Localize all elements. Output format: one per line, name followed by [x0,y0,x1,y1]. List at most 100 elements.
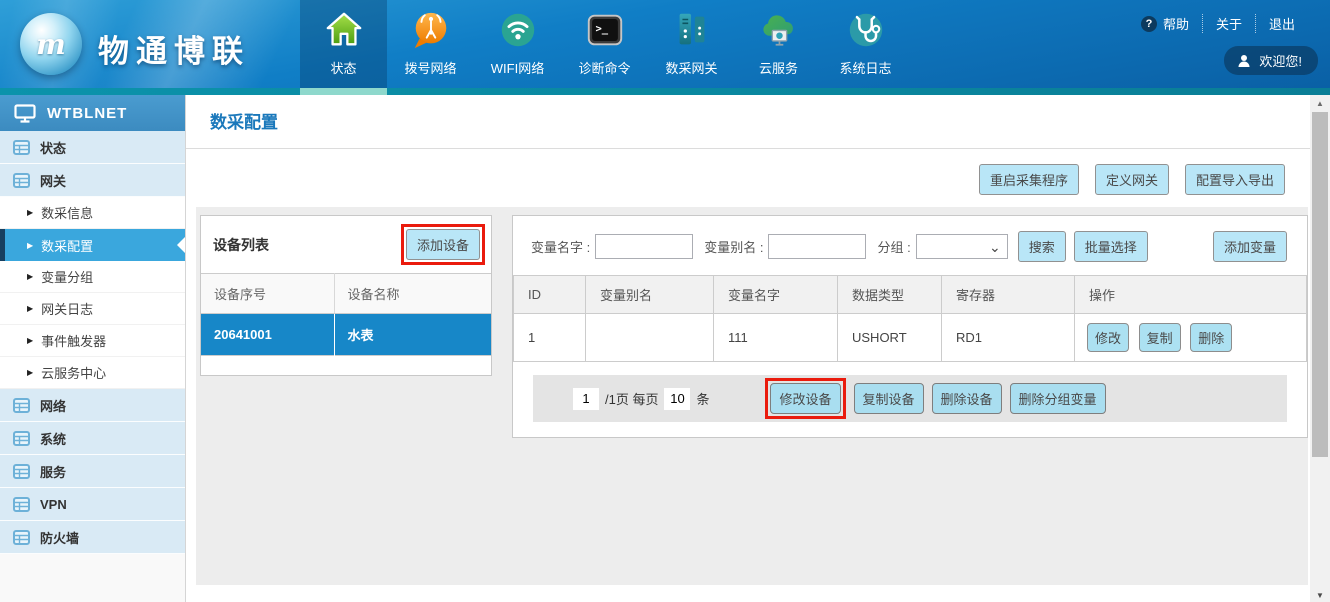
sidebar-device-header: WTBLNET [0,95,185,131]
type-column-header: 数据类型 [838,276,942,314]
modify-variable-button[interactable]: 修改 [1087,323,1129,352]
page-size-input[interactable] [664,388,690,410]
batch-select-button[interactable]: 批量选择 [1074,231,1148,262]
grid-icon [13,431,30,446]
nav-tab-wifi-network[interactable]: WIFI网络 [474,0,561,88]
page-title: 数采配置 [210,108,1310,133]
nav-tab-system-log[interactable]: 系统日志 [822,0,909,88]
sidebar-item-label: 网络 [40,396,66,415]
annotation-box-modify-device: 修改设备 [765,378,845,419]
sidebar-item-label: 防火墙 [40,528,79,547]
add-device-button[interactable]: 添加设备 [406,229,480,260]
variable-alias-filter-label: 变量别名 : [704,237,763,256]
sidebar-item-gateway-log[interactable]: ▶ 网关日志 [0,293,185,325]
nav-tab-dial-network[interactable]: 拨号网络 [387,0,474,88]
sidebar-item-data-config[interactable]: ▶ 数采配置 [0,229,185,261]
device-table-header-row: 设备序号 设备名称 [201,274,491,314]
config-import-export-button[interactable]: 配置导入导出 [1185,164,1285,195]
delete-device-button[interactable]: 删除设备 [932,383,1002,414]
sidebar-item-vpn[interactable]: VPN [0,488,185,521]
device-serial-cell: 20641001 [201,314,334,356]
sidebar-item-system[interactable]: 系统 [0,422,185,455]
variable-name-filter-label: 变量名字 : [531,237,590,256]
copy-variable-button[interactable]: 复制 [1139,323,1181,352]
variable-alias-filter-input[interactable] [768,234,866,259]
about-link-label: 关于 [1216,14,1242,33]
header-links: ? 帮助 关于 退出 [1128,14,1308,33]
user-icon [1237,54,1251,68]
brand-logo-glyph: m [36,28,66,61]
scroll-up-icon[interactable]: ▲ [1310,95,1330,111]
vertical-scrollbar[interactable]: ▲ ▼ [1310,95,1330,602]
sidebar-item-label: 状态 [40,138,66,157]
about-link[interactable]: 关于 [1202,14,1255,33]
name-column-header: 变量名字 [714,276,838,314]
nav-tab-label: 拨号网络 [404,58,456,77]
device-action-buttons: 修改设备 复制设备 删除设备 删除分组变量 [765,378,1105,419]
variable-alias-cell [586,314,714,362]
annotation-box-add-device: 添加设备 [401,224,485,265]
cloud-service-icon [758,9,800,51]
brand-title: 物通博联 [98,26,250,71]
submenu-arrow-icon: ▶ [27,241,33,250]
sidebar-item-label: 事件触发器 [41,331,106,350]
add-variable-button[interactable]: 添加变量 [1213,231,1287,262]
scrollbar-thumb[interactable] [1312,112,1328,457]
delete-group-variable-button[interactable]: 删除分组变量 [1010,383,1106,414]
sidebar-item-cloud-center[interactable]: ▶ 云服务中心 [0,357,185,389]
search-button[interactable]: 搜索 [1018,231,1066,262]
wifi-icon [497,9,539,51]
grid-icon [13,464,30,479]
help-link[interactable]: ? 帮助 [1128,14,1202,33]
submenu-arrow-icon: ▶ [27,208,33,217]
sidebar-item-data-info[interactable]: ▶ 数采信息 [0,197,185,229]
variable-register-cell: RD1 [942,314,1075,362]
copy-device-button[interactable]: 复制设备 [854,383,924,414]
nav-tab-data-gateway[interactable]: 数采网关 [648,0,735,88]
delete-variable-button[interactable]: 删除 [1190,323,1232,352]
variable-id-cell: 1 [514,314,586,362]
device-table: 设备序号 设备名称 20641001 水表 [201,273,491,375]
actions-column-header: 操作 [1075,276,1307,314]
sidebar: WTBLNET 状态 网关 ▶ 数采信息 ▶ 数采配置 ▶ 变量分组 ▶ 网关日… [0,95,186,602]
main-nav: 状态 拨号网络 [300,0,909,88]
sidebar-item-network[interactable]: 网络 [0,389,185,422]
restart-collector-button[interactable]: 重启采集程序 [979,164,1079,195]
monitor-icon [14,104,36,123]
logout-link[interactable]: 退出 [1255,14,1308,33]
sidebar-item-label: 数采信息 [41,203,93,222]
modify-device-button[interactable]: 修改设备 [770,383,840,414]
home-icon [323,9,365,51]
device-row-selected[interactable]: 20641001 水表 [201,314,491,356]
variable-type-cell: USHORT [838,314,942,362]
gateway-icon [671,9,713,51]
sidebar-item-label: 云服务中心 [41,363,106,382]
nav-tab-status[interactable]: 状态 [300,0,387,88]
sidebar-item-event-trigger[interactable]: ▶ 事件触发器 [0,325,185,357]
page-toolbar: 重启采集程序 定义网关 配置导入导出 [186,149,1310,195]
page-size-unit-label: 条 [696,389,709,408]
submenu-arrow-icon: ▶ [27,272,33,281]
submenu-arrow-icon: ▶ [27,304,33,313]
scroll-down-icon[interactable]: ▼ [1310,591,1330,600]
nav-tab-cloud-service[interactable]: 云服务 [735,0,822,88]
page-number-input[interactable] [573,388,599,410]
define-gateway-button[interactable]: 定义网关 [1095,164,1169,195]
grid-icon [13,497,30,512]
welcome-badge[interactable]: 欢迎您! [1224,46,1318,75]
help-link-label: 帮助 [1163,14,1189,33]
variable-actions-cell: 修改 复制 删除 [1075,314,1307,362]
sidebar-item-gateway[interactable]: 网关 [0,164,185,197]
sidebar-item-status[interactable]: 状态 [0,131,185,164]
nav-tab-label: 状态 [330,58,356,77]
variable-name-filter-input[interactable] [595,234,693,259]
sidebar-item-variable-group[interactable]: ▶ 变量分组 [0,261,185,293]
logout-link-label: 退出 [1269,14,1295,33]
system-log-icon [845,9,887,51]
sidebar-item-firewall[interactable]: 防火墙 [0,521,185,554]
nav-tab-diagnostic-command[interactable]: >_ 诊断命令 [561,0,648,88]
device-list-panel: 设备列表 添加设备 设备序号 设备名称 20641001 水表 [200,215,492,376]
variable-table: ID 变量别名 变量名字 数据类型 寄存器 操作 1 111 USHORT RD… [513,275,1307,362]
group-filter-select[interactable]: ⌄ [916,234,1008,259]
sidebar-item-service[interactable]: 服务 [0,455,185,488]
